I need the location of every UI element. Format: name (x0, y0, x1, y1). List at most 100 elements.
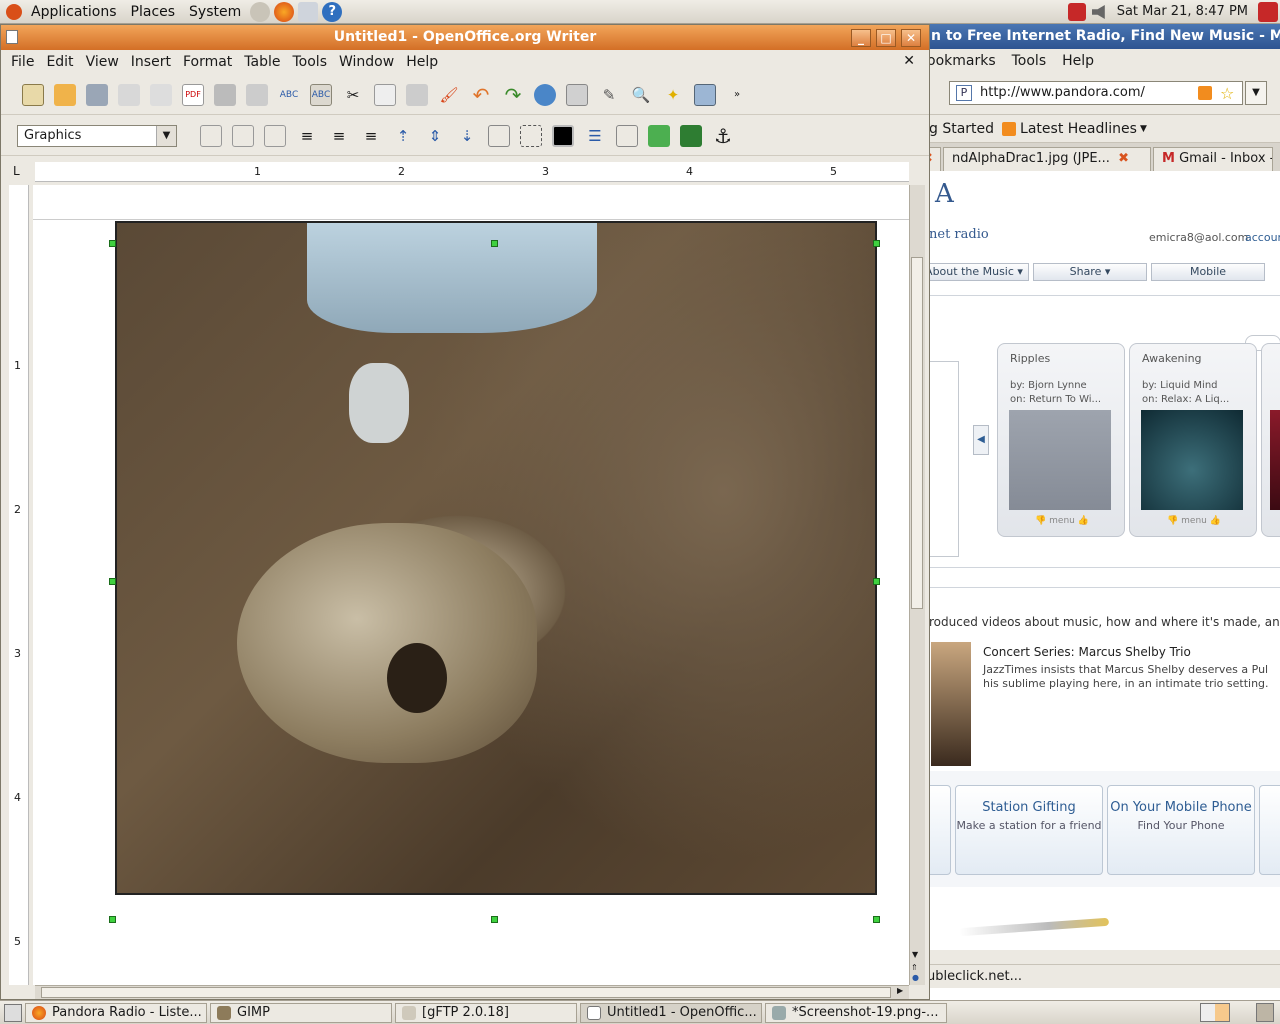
account-link[interactable]: accoun (1245, 231, 1280, 244)
volume-icon[interactable] (1092, 5, 1105, 19)
about-the-music-button[interactable]: About the Music ▾ (919, 263, 1029, 281)
resize-handle[interactable] (873, 916, 880, 923)
undo-icon[interactable]: ↶ (470, 83, 492, 107)
more-options-icon[interactable]: » (726, 84, 748, 106)
bring-to-front-icon[interactable] (648, 124, 670, 147)
align-right-icon[interactable]: ≡ (360, 125, 382, 147)
menu-table[interactable]: Table (238, 54, 286, 70)
scroll-down-icon[interactable]: ▼ (912, 950, 918, 959)
window-icon[interactable] (6, 30, 18, 44)
menu-file[interactable]: File (1, 54, 40, 70)
cut-icon[interactable]: ✂ (342, 84, 364, 106)
system-menu[interactable]: System (182, 4, 248, 20)
close-document-icon[interactable]: ✕ (897, 53, 921, 69)
scroll-thumb[interactable] (41, 987, 891, 998)
resize-handle[interactable] (873, 578, 880, 585)
gallery-icon[interactable] (694, 83, 716, 106)
song-card[interactable]: Ripples by: Bjorn Lynne on: Return To Wi… (997, 343, 1125, 537)
line-style-icon[interactable]: ☰ (584, 125, 606, 147)
resize-handle[interactable] (109, 240, 116, 247)
task-writer[interactable]: Untitled1 - OpenOffic... (580, 1002, 762, 1023)
menu-tools[interactable]: Tools (287, 54, 334, 70)
minimize-button[interactable]: _ (851, 29, 871, 47)
bookmark-latest-headlines[interactable]: Latest Headlines (1020, 121, 1137, 137)
copy-icon[interactable] (374, 83, 396, 106)
open-icon[interactable] (54, 83, 76, 106)
promo-station-gifting[interactable]: Station Gifting Make a station for a fri… (955, 785, 1103, 875)
resize-handle[interactable] (491, 916, 498, 923)
navigator-icon[interactable]: ✦ (662, 84, 684, 106)
promo-mobile-phone[interactable]: On Your Mobile Phone Find Your Phone (1107, 785, 1255, 875)
menu-view[interactable]: View (80, 54, 125, 70)
edit-file-icon[interactable] (150, 83, 172, 106)
bookmark-getting-started[interactable]: g Started (919, 121, 1002, 137)
help-launcher-icon[interactable] (250, 1, 271, 22)
page-wrap-icon[interactable] (232, 124, 254, 147)
document-page[interactable] (33, 185, 909, 985)
scroll-right-icon[interactable]: ▶ (897, 986, 903, 995)
song-card[interactable]: Awakening by: Liquid Mind on: Relax: A L… (1129, 343, 1257, 537)
inserted-photo[interactable] (115, 221, 877, 895)
bookmarks-menu[interactable]: ookmarks (919, 53, 1004, 69)
ubuntu-logo-icon[interactable] (6, 3, 22, 20)
song-controls[interactable]: 👎 menu 👍 (1138, 516, 1250, 532)
print-preview-icon[interactable] (246, 83, 268, 106)
show-desktop-icon[interactable] (4, 1003, 22, 1022)
menu-insert[interactable]: Insert (125, 54, 177, 70)
anchor-icon[interactable]: ⚓ (712, 124, 734, 148)
send-to-back-icon[interactable] (680, 124, 702, 147)
share-button[interactable]: Share ▾ (1033, 263, 1147, 281)
new-document-icon[interactable] (22, 83, 44, 106)
hyperlink-icon[interactable] (534, 83, 556, 106)
concert-thumbnail[interactable] (931, 642, 971, 766)
document-area[interactable] (33, 185, 909, 985)
format-paintbrush-icon[interactable]: 🖌 (438, 84, 460, 106)
promo-box[interactable] (1259, 785, 1280, 875)
firefox-launcher-icon[interactable] (274, 1, 295, 22)
concert-title[interactable]: Concert Series: Marcus Shelby Trio (983, 645, 1191, 659)
task-gimp[interactable]: GIMP (210, 1002, 392, 1023)
clock[interactable]: Sat Mar 21, 8:47 PM (1117, 4, 1248, 19)
scroll-thumb[interactable] (911, 257, 923, 609)
applications-menu[interactable]: Applications (24, 4, 124, 20)
url-bar[interactable]: P http://www.pandora.com/ ☆ (949, 81, 1243, 105)
horizontal-scrollbar[interactable]: ▶ (35, 985, 909, 999)
show-draw-functions-icon[interactable]: ✎ (598, 84, 620, 106)
table-icon[interactable] (566, 83, 588, 106)
resize-handle[interactable] (873, 240, 880, 247)
align-top-icon[interactable]: ⇡ (392, 125, 414, 147)
redo-icon[interactable]: ↷ (502, 83, 524, 107)
song-controls[interactable]: 👎 menu 👍 (1006, 516, 1118, 532)
task-gftp[interactable]: [gFTP 2.0.18] (395, 1002, 577, 1023)
align-bottom-icon[interactable]: ⇣ (456, 125, 478, 147)
task-screenshot[interactable]: *Screenshot-19.png-... (765, 1002, 947, 1023)
help-icon[interactable]: ? (322, 1, 343, 22)
url-dropdown-button[interactable]: ▼ (1245, 81, 1267, 105)
save-icon[interactable] (86, 83, 108, 106)
align-center-icon[interactable]: ≡ (328, 125, 350, 147)
menu-window[interactable]: Window (333, 54, 400, 70)
style-combo[interactable]: Graphics ▼ (17, 124, 177, 147)
vertical-scrollbar[interactable]: ▼ ⇑ ● (909, 185, 925, 985)
tab-image[interactable]: ndAlphaDrac1.jpg (JPE... ✖ (943, 147, 1151, 171)
tab-gmail[interactable]: M Gmail - Inbox - (1153, 147, 1273, 171)
wrap-off-icon[interactable] (200, 124, 222, 147)
resize-handle[interactable] (109, 578, 116, 585)
close-window-button[interactable]: ✕ (901, 29, 921, 47)
update-notifier-icon[interactable] (1068, 3, 1086, 21)
close-icon[interactable]: ✖ (1118, 151, 1129, 166)
maximize-button[interactable]: □ (876, 29, 896, 47)
background-color-icon[interactable] (552, 124, 574, 147)
find-replace-icon[interactable]: 🔍 (630, 84, 652, 106)
mobile-button[interactable]: Mobile (1151, 263, 1265, 281)
bookmark-star-icon[interactable]: ☆ (1220, 83, 1234, 105)
wrap-through-icon[interactable] (264, 124, 286, 147)
align-left-icon[interactable]: ≡ (296, 125, 318, 147)
email-icon[interactable] (118, 83, 140, 106)
prev-arrow-icon[interactable]: ◀ (973, 425, 989, 455)
help-menu[interactable]: Help (1054, 53, 1102, 69)
export-pdf-icon[interactable]: PDF (182, 83, 204, 106)
vertical-ruler[interactable]: 1 2 3 4 5 (9, 185, 29, 985)
autospellcheck-icon[interactable]: ABC (310, 83, 332, 106)
menu-help[interactable]: Help (400, 54, 444, 70)
